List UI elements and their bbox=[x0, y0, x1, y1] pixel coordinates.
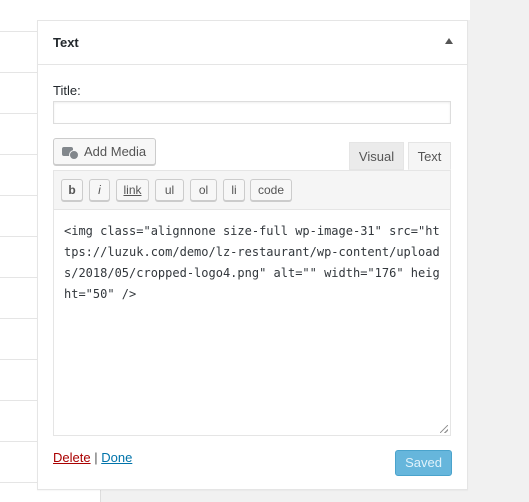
text-editor: b i link ul ol li code <img class="align… bbox=[53, 170, 451, 436]
link-button[interactable]: link bbox=[116, 179, 149, 201]
list-item-button[interactable]: li bbox=[223, 179, 245, 201]
title-label: Title: bbox=[53, 83, 81, 98]
bold-button[interactable]: b bbox=[61, 179, 83, 201]
text-widget: Text Title: Add Media Visual Text b i li… bbox=[37, 20, 468, 490]
code-button[interactable]: code bbox=[250, 179, 292, 201]
widget-footer-links: Delete | Done bbox=[53, 450, 132, 465]
delete-link[interactable]: Delete bbox=[53, 450, 91, 465]
add-media-button[interactable]: Add Media bbox=[53, 138, 156, 165]
widget-title: Text bbox=[53, 35, 79, 50]
save-button[interactable]: Saved bbox=[395, 450, 452, 476]
background-top-strip bbox=[100, 0, 470, 20]
done-link[interactable]: Done bbox=[101, 450, 132, 465]
widget-header[interactable]: Text bbox=[38, 21, 467, 65]
ordered-list-button[interactable]: ol bbox=[190, 179, 217, 201]
collapse-arrow-icon[interactable] bbox=[445, 38, 453, 44]
italic-button[interactable]: i bbox=[89, 179, 110, 201]
tab-visual[interactable]: Visual bbox=[349, 142, 404, 170]
media-icon bbox=[62, 145, 79, 160]
resize-handle-icon[interactable] bbox=[440, 425, 448, 433]
title-input[interactable] bbox=[53, 101, 451, 124]
background-right bbox=[470, 0, 529, 502]
unordered-list-button[interactable]: ul bbox=[155, 179, 184, 201]
link-separator: | bbox=[94, 450, 98, 465]
add-media-label: Add Media bbox=[84, 144, 147, 159]
quicktags-toolbar: b i link ul ol li code bbox=[54, 171, 450, 210]
tab-text[interactable]: Text bbox=[408, 142, 451, 170]
content-textarea[interactable]: <img class="alignnone size-full wp-image… bbox=[54, 210, 450, 435]
